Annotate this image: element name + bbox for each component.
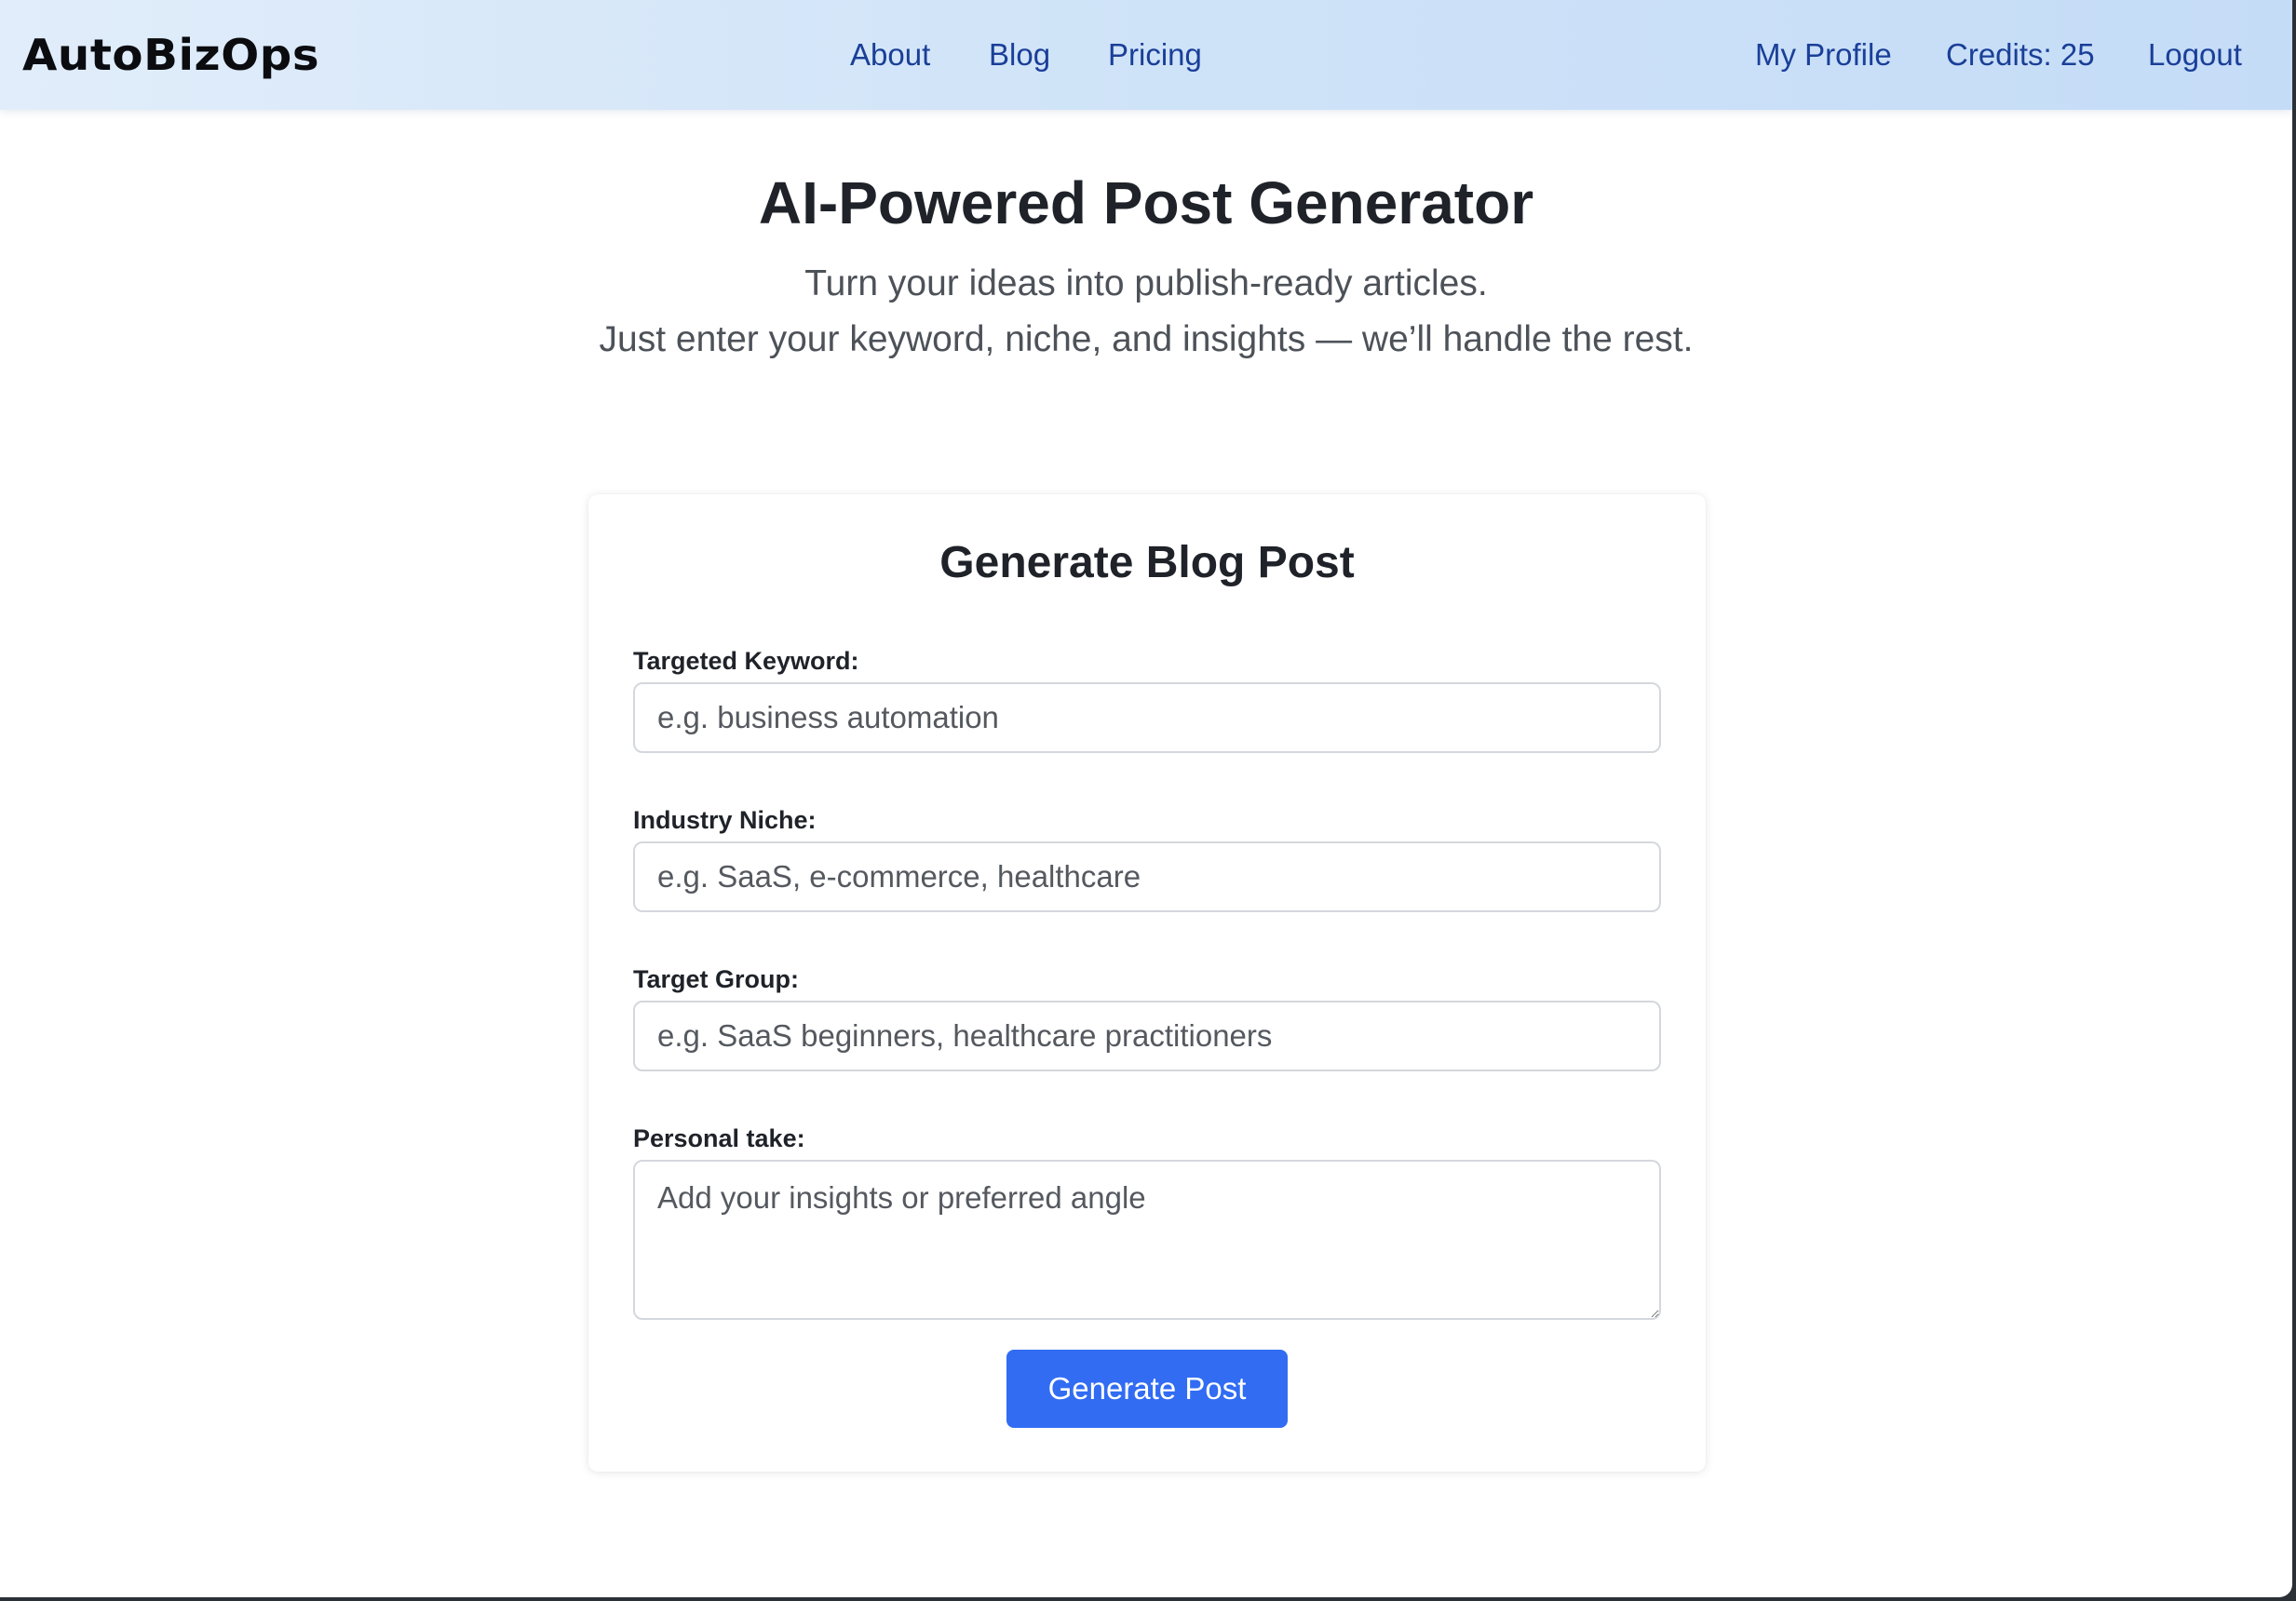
credits-link[interactable]: Credits: 25 xyxy=(1946,35,2095,74)
page: AutoBizOps About Blog Pricing My Profile… xyxy=(0,0,2292,1597)
generate-post-form: Generate Blog Post Targeted Keyword: Ind… xyxy=(588,494,1706,1472)
generate-post-button[interactable]: Generate Post xyxy=(1006,1350,1288,1428)
nav-link-my-profile[interactable]: My Profile xyxy=(1755,35,1892,74)
niche-input[interactable] xyxy=(633,841,1661,912)
page-subtitle-line-1: Turn your ideas into publish-ready artic… xyxy=(804,263,1488,303)
top-navbar: AutoBizOps About Blog Pricing My Profile… xyxy=(0,0,2292,110)
page-subtitle-line-2: Just enter your keyword, niche, and insi… xyxy=(599,319,1694,359)
logout-link[interactable]: Logout xyxy=(2148,35,2242,74)
form-title: Generate Blog Post xyxy=(939,538,1355,587)
personal-take-label: Personal take: xyxy=(633,1124,805,1152)
personal-take-textarea[interactable] xyxy=(633,1160,1661,1320)
keyword-input[interactable] xyxy=(633,682,1661,753)
target-group-input[interactable] xyxy=(633,1001,1661,1071)
niche-label: Industry Niche: xyxy=(633,806,817,834)
nav-link-pricing[interactable]: Pricing xyxy=(1108,35,1202,74)
brand-logo[interactable]: AutoBizOps xyxy=(22,28,319,82)
keyword-label: Targeted Keyword: xyxy=(633,647,859,675)
page-title: AI-Powered Post Generator xyxy=(758,169,1534,236)
nav-link-blog[interactable]: Blog xyxy=(989,35,1050,74)
target-group-label: Target Group: xyxy=(633,965,799,993)
nav-link-about[interactable]: About xyxy=(850,35,930,74)
